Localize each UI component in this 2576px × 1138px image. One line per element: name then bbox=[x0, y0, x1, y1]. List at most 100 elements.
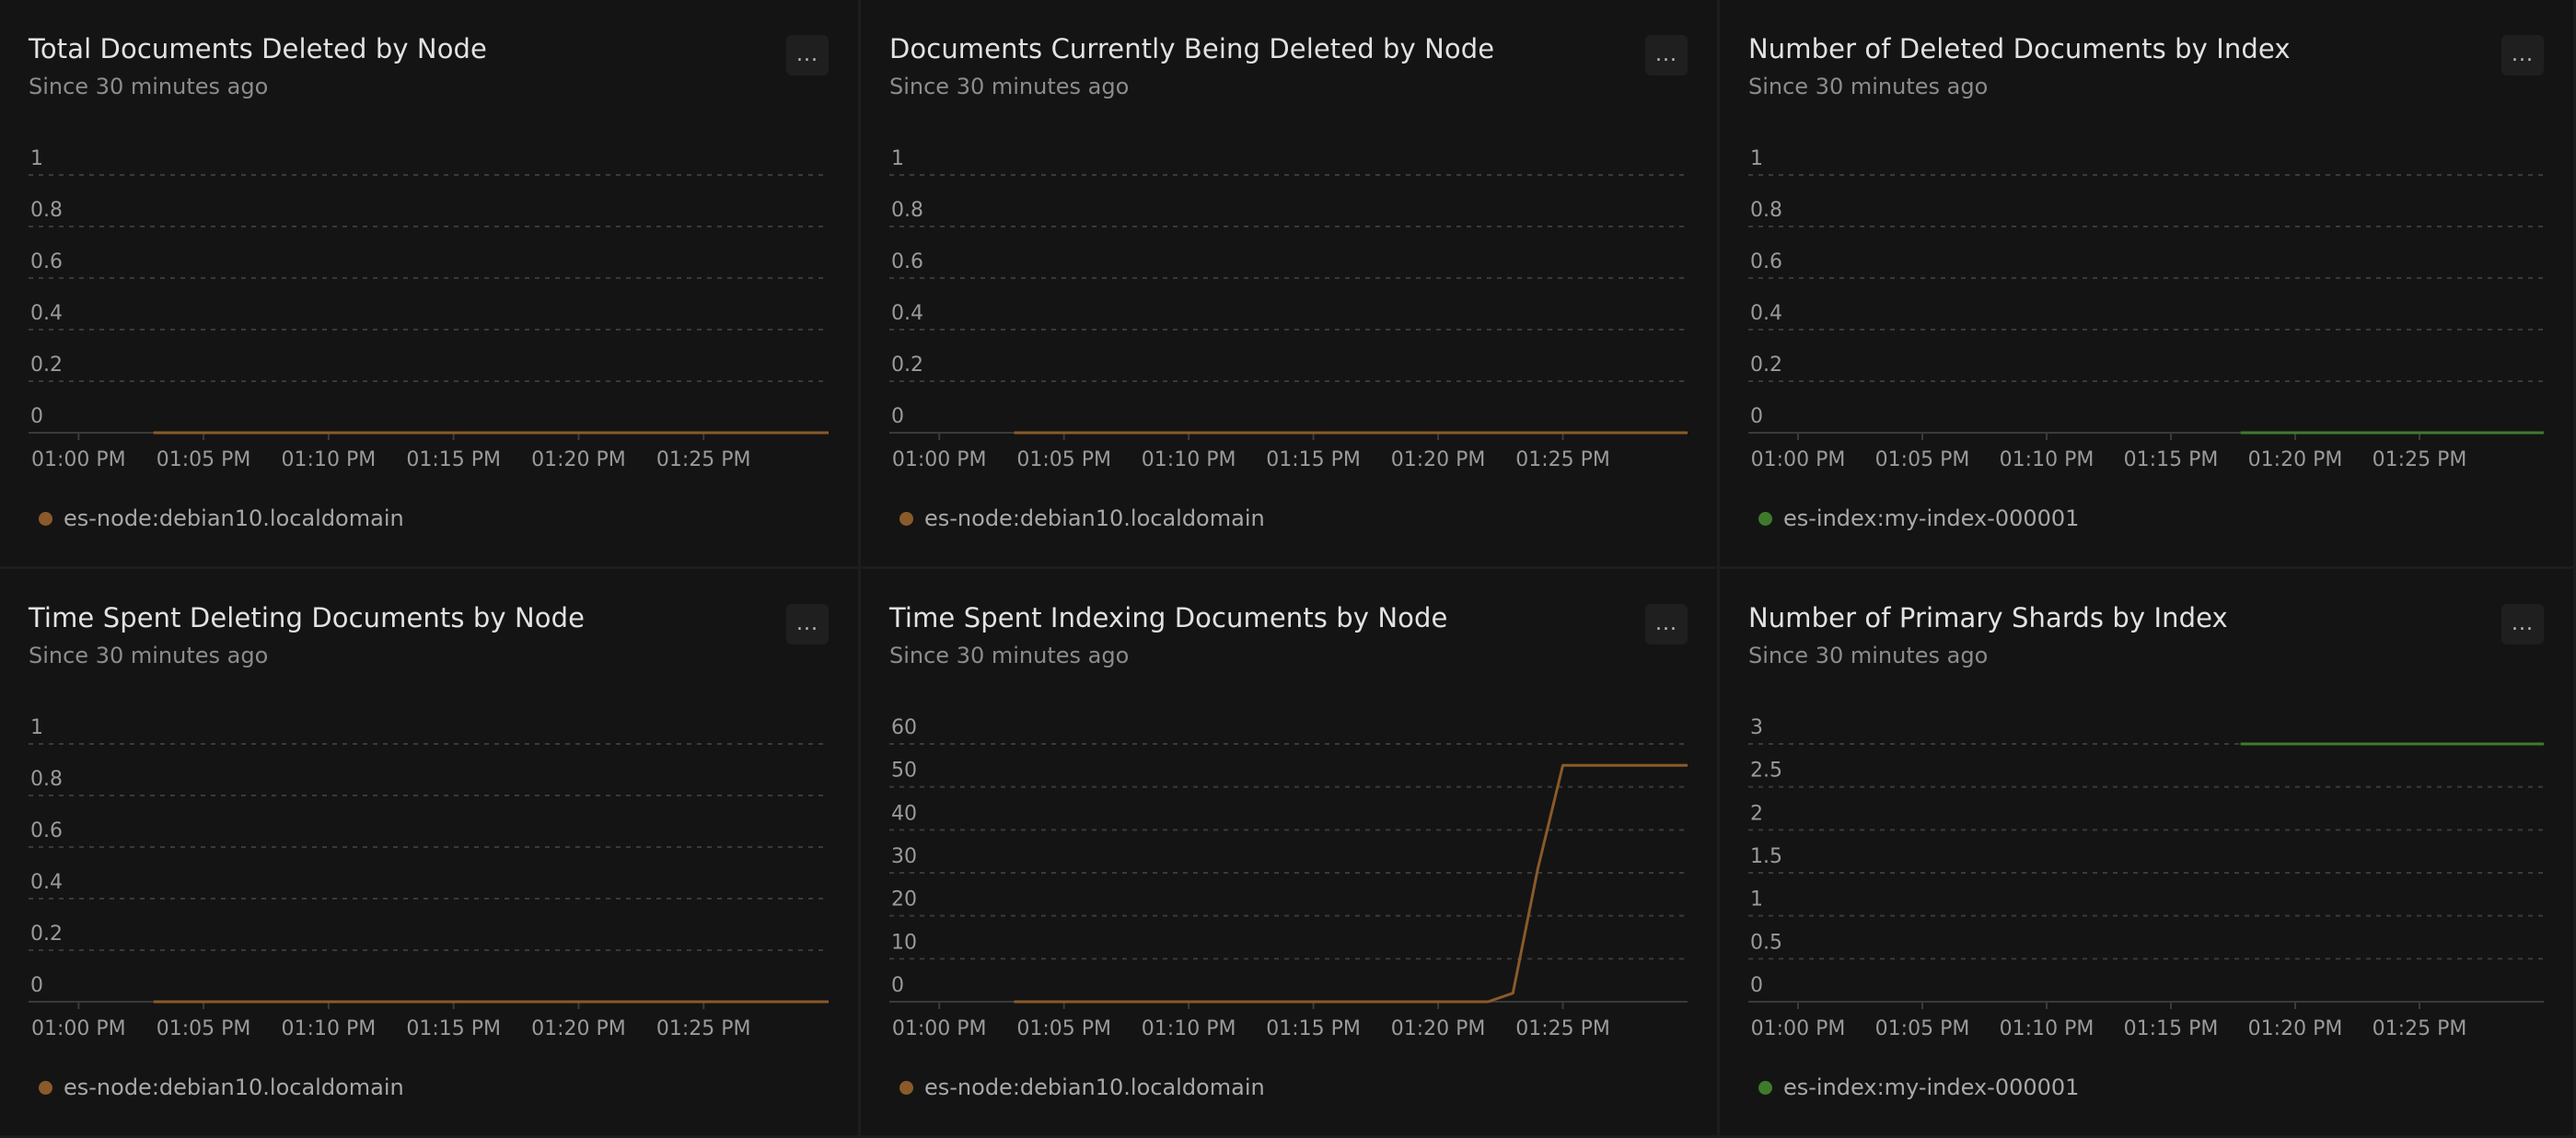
x-tick-label: 01:00 PM bbox=[892, 448, 987, 471]
chart-panel-6: Number of Primary Shards by Index Since … bbox=[1720, 569, 2576, 1138]
x-tick-label: 01:05 PM bbox=[1016, 448, 1111, 471]
line-chart: 3 2.5 2 1.5 1 0.5 0 12:55 PM 01:00 PM 01:05 PM 01:… bbox=[1720, 716, 2544, 1040]
dashboard-grid: Total Documents Deleted by Node Since 30… bbox=[0, 0, 2576, 1138]
x-tick-label: 12:55 PM bbox=[861, 448, 862, 471]
x-tick-label: 01:25 PM bbox=[656, 1017, 751, 1040]
y-tick-label: 0 bbox=[891, 405, 904, 428]
y-tick-label: 20 bbox=[891, 888, 917, 912]
y-tick-label: 0.6 bbox=[1750, 250, 1782, 273]
legend-color-dot bbox=[1758, 1080, 1772, 1095]
line-chart: 1 0.8 0.6 0.4 0.2 0 12:55 PM 01:00 PM 01:05 PM 01… bbox=[0, 716, 829, 1040]
line-chart: 1 0.8 0.6 0.4 0.2 0 12:55 PM 01:00 PM 01:05 PM 01… bbox=[0, 147, 829, 471]
chart-legend[interactable]: es-index:my-index-000001 bbox=[1758, 505, 2079, 531]
chart-legend[interactable]: es-node:debian10.localdomain bbox=[39, 505, 404, 531]
y-tick-label: 0 bbox=[30, 974, 43, 997]
y-tick-label: 1 bbox=[1750, 888, 1763, 912]
y-tick-label: 2.5 bbox=[1750, 760, 1782, 783]
y-tick-label: 1 bbox=[1750, 147, 1763, 170]
chart-panel-1: Total Documents Deleted by Node Since 30… bbox=[0, 0, 861, 569]
legend-color-dot bbox=[1758, 511, 1772, 526]
y-tick-label: 0 bbox=[30, 405, 43, 428]
x-tick-label: 01:15 PM bbox=[1266, 1017, 1361, 1040]
x-tick-label: 01:20 PM bbox=[2248, 1017, 2343, 1040]
x-tick-label: 12:55 PM bbox=[861, 1017, 862, 1040]
y-tick-label: 0 bbox=[1750, 974, 1763, 997]
x-tick-label: 01:20 PM bbox=[2248, 448, 2343, 471]
series-line[interactable] bbox=[1014, 763, 1688, 1004]
y-tick-label: 0 bbox=[891, 974, 904, 997]
legend-label: es-node:debian10.localdomain bbox=[924, 1074, 1265, 1100]
legend-label: es-node:debian10.localdomain bbox=[924, 505, 1265, 531]
y-tick-label: 40 bbox=[891, 802, 917, 825]
x-tick-label: 12:55 PM bbox=[0, 448, 1, 471]
y-tick-label: 60 bbox=[891, 716, 917, 739]
y-tick-label: 0.8 bbox=[1750, 199, 1782, 222]
x-tick-label: 01:15 PM bbox=[406, 448, 501, 471]
x-tick-label: 01:15 PM bbox=[406, 1017, 501, 1040]
x-tick-label: 01:10 PM bbox=[1142, 1017, 1236, 1040]
legend-color-dot bbox=[39, 511, 52, 526]
x-tick-label: 01:00 PM bbox=[892, 1017, 987, 1040]
x-tick-label: 01:10 PM bbox=[282, 1017, 377, 1040]
legend-label: es-node:debian10.localdomain bbox=[64, 505, 404, 531]
x-tick-label: 01:25 PM bbox=[1515, 448, 1610, 471]
y-tick-label: 0.6 bbox=[30, 819, 63, 842]
y-tick-label: 1 bbox=[30, 147, 43, 170]
y-tick-label: 0.2 bbox=[1750, 354, 1782, 377]
chart-panel-4: Time Spent Deleting Documents by Node Si… bbox=[0, 569, 861, 1138]
x-tick-label: 01:05 PM bbox=[1016, 1017, 1111, 1040]
y-tick-label: 30 bbox=[891, 845, 917, 868]
y-tick-label: 1 bbox=[891, 147, 904, 170]
x-tick-label: 01:00 PM bbox=[31, 448, 126, 471]
legend-label: es-index:my-index-000001 bbox=[1783, 1074, 2080, 1100]
chart-legend[interactable]: es-index:my-index-000001 bbox=[1758, 1074, 2079, 1100]
y-tick-label: 0.4 bbox=[30, 871, 63, 894]
y-tick-label: 3 bbox=[1750, 716, 1763, 739]
line-chart: 60 50 40 30 20 10 0 12:55 PM 01:00 PM 01:05 PM 01:… bbox=[861, 716, 1688, 1040]
x-tick-label: 01:05 PM bbox=[1875, 448, 1970, 471]
chart-panel-3: Number of Deleted Documents by Index Sin… bbox=[1720, 0, 2576, 569]
x-tick-label: 01:20 PM bbox=[531, 1017, 626, 1040]
y-tick-label: 0.4 bbox=[30, 302, 63, 325]
y-tick-label: 0.8 bbox=[891, 199, 923, 222]
y-tick-label: 1 bbox=[30, 716, 43, 739]
x-tick-label: 01:20 PM bbox=[1391, 1017, 1486, 1040]
x-tick-label: 01:10 PM bbox=[282, 448, 377, 471]
x-tick-label: 01:25 PM bbox=[2373, 1017, 2467, 1040]
y-tick-label: 0.6 bbox=[891, 250, 923, 273]
x-tick-label: 01:00 PM bbox=[1751, 448, 1846, 471]
x-tick-label: 01:25 PM bbox=[2373, 448, 2467, 471]
y-tick-label: 1.5 bbox=[1750, 845, 1782, 868]
y-tick-label: 0.8 bbox=[30, 768, 63, 791]
x-tick-label: 01:25 PM bbox=[1515, 1017, 1610, 1040]
y-tick-label: 10 bbox=[891, 931, 917, 954]
chart-legend[interactable]: es-node:debian10.localdomain bbox=[39, 1074, 404, 1100]
x-tick-label: 01:25 PM bbox=[656, 448, 751, 471]
x-tick-label: 01:00 PM bbox=[1751, 1017, 1846, 1040]
y-tick-label: 0.6 bbox=[30, 250, 63, 273]
y-tick-label: 50 bbox=[891, 760, 917, 783]
chart-panel-5: Time Spent Indexing Documents by Node Si… bbox=[861, 569, 1720, 1138]
chart-panel-2: Documents Currently Being Deleted by Nod… bbox=[861, 0, 1720, 569]
x-tick-label: 12:55 PM bbox=[1720, 1017, 1721, 1040]
y-tick-label: 0 bbox=[1750, 405, 1763, 428]
x-tick-label: 01:05 PM bbox=[1875, 1017, 1970, 1040]
x-tick-label: 01:10 PM bbox=[1142, 448, 1236, 471]
chart-legend[interactable]: es-node:debian10.localdomain bbox=[899, 1074, 1265, 1100]
legend-label: es-node:debian10.localdomain bbox=[64, 1074, 404, 1100]
line-chart: 1 0.8 0.6 0.4 0.2 0 12:55 PM 01:00 PM 01:05 PM 01… bbox=[1720, 147, 2544, 471]
legend-color-dot bbox=[899, 1080, 913, 1095]
x-tick-label: 01:20 PM bbox=[1391, 448, 1486, 471]
x-tick-label: 01:15 PM bbox=[1266, 448, 1361, 471]
x-tick-label: 12:55 PM bbox=[0, 1017, 1, 1040]
legend-label: es-index:my-index-000001 bbox=[1783, 505, 2080, 531]
legend-color-dot bbox=[39, 1080, 52, 1095]
x-tick-label: 12:55 PM bbox=[1720, 448, 1721, 471]
y-tick-label: 0.2 bbox=[30, 354, 63, 377]
x-tick-label: 01:10 PM bbox=[2000, 1017, 2094, 1040]
x-tick-label: 01:10 PM bbox=[2000, 448, 2094, 471]
chart-legend[interactable]: es-node:debian10.localdomain bbox=[899, 505, 1265, 531]
line-chart: 1 0.8 0.6 0.4 0.2 0 12:55 PM 01:00 PM 01:05 PM 01… bbox=[861, 147, 1688, 471]
y-tick-label: 0.4 bbox=[891, 302, 923, 325]
x-tick-label: 01:05 PM bbox=[157, 448, 251, 471]
